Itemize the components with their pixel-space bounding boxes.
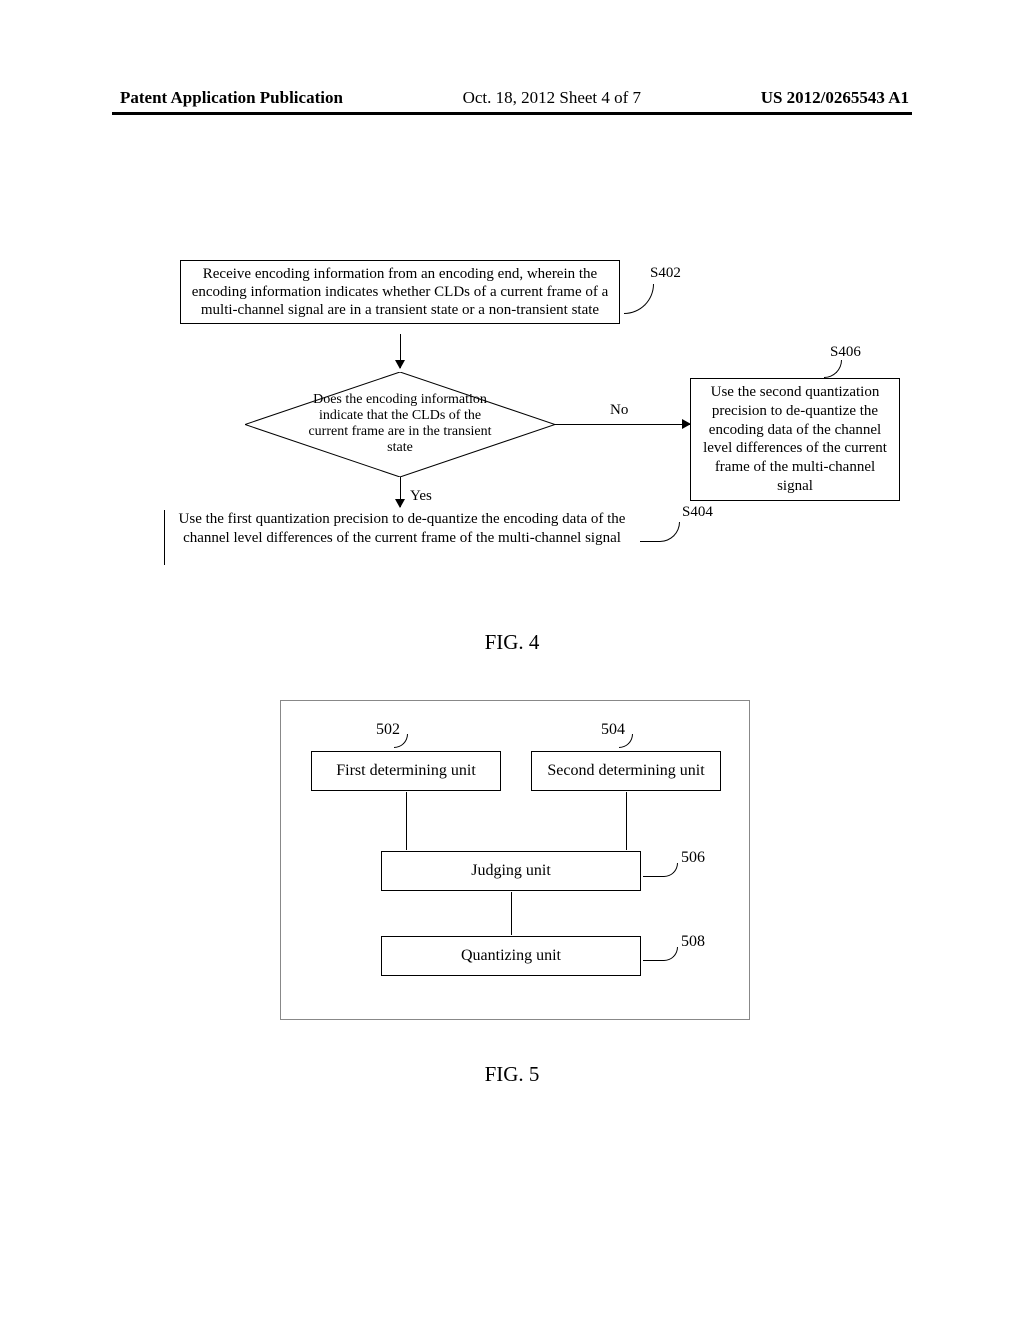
step-s404-text: Use the first quantization precision to … bbox=[168, 510, 636, 548]
connector-506-508 bbox=[511, 892, 512, 935]
unit-506-label: 506 bbox=[681, 849, 705, 867]
header-rule bbox=[112, 112, 912, 115]
unit-508-label: 508 bbox=[681, 933, 705, 951]
decision-yes-label: Yes bbox=[410, 488, 432, 505]
quantizing-unit-box: Quantizing unit bbox=[381, 936, 641, 976]
decision-text: Does the encoding information indicate t… bbox=[300, 392, 500, 456]
figure-5-caption: FIG. 5 bbox=[0, 1062, 1024, 1087]
callout-hook-s404 bbox=[640, 522, 680, 542]
step-s402-box: Receive encoding information from an enc… bbox=[180, 260, 620, 324]
second-determining-unit-box: Second determining unit bbox=[531, 751, 721, 791]
callout-hook-504 bbox=[619, 734, 633, 748]
step-s406-box: Use the second quantization precision to… bbox=[690, 378, 900, 501]
header-publication: Patent Application Publication bbox=[120, 88, 343, 108]
callout-hook-s402 bbox=[624, 284, 654, 314]
arrow-yes-to-s404 bbox=[400, 477, 401, 507]
figure-5: 502 504 First determining unit Second de… bbox=[280, 700, 750, 1020]
decision-no-label: No bbox=[610, 402, 628, 419]
step-s406-label: S406 bbox=[830, 344, 861, 361]
arrow-no-to-s406 bbox=[555, 424, 690, 425]
decision-diamond: Does the encoding information indicate t… bbox=[245, 372, 555, 477]
connector-502-506 bbox=[406, 792, 407, 850]
figure-4: Receive encoding information from an enc… bbox=[130, 260, 900, 610]
s404-left-border bbox=[164, 510, 165, 565]
callout-hook-506 bbox=[643, 863, 678, 877]
figure-4-caption: FIG. 4 bbox=[0, 630, 1024, 655]
step-s404-label: S404 bbox=[682, 504, 713, 521]
header-pubnum: US 2012/0265543 A1 bbox=[761, 88, 909, 108]
page-header: Patent Application Publication Oct. 18, … bbox=[0, 88, 1024, 108]
callout-hook-502 bbox=[394, 734, 408, 748]
step-s402-label: S402 bbox=[650, 265, 681, 282]
judging-unit-box: Judging unit bbox=[381, 851, 641, 891]
callout-hook-508 bbox=[643, 947, 678, 961]
callout-hook-s406 bbox=[824, 360, 842, 378]
arrow-s402-to-decision bbox=[400, 334, 401, 368]
connector-504-506 bbox=[626, 792, 627, 850]
first-determining-unit-box: First determining unit bbox=[311, 751, 501, 791]
header-date-sheet: Oct. 18, 2012 Sheet 4 of 7 bbox=[463, 88, 641, 108]
